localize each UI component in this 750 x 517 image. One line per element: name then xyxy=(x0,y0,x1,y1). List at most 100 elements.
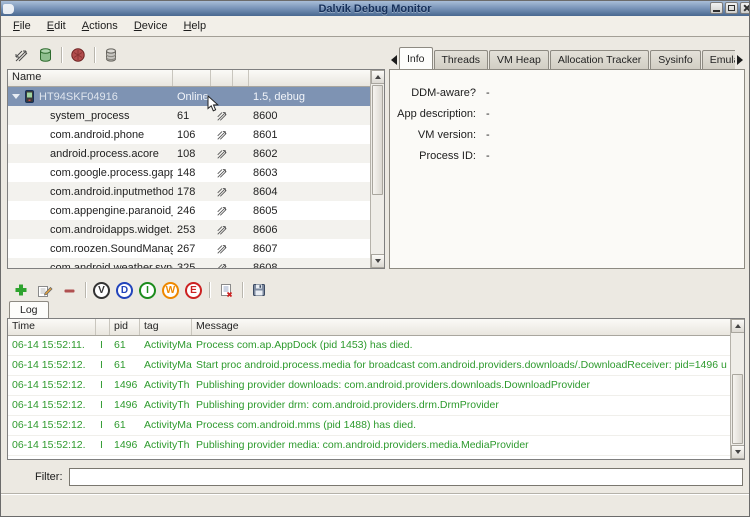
title-bar[interactable]: Dalvik Debug Monitor xyxy=(1,1,749,16)
arrow-up-icon xyxy=(375,75,381,79)
device-row[interactable]: HT94SKF04916 Online 1.5, debug xyxy=(8,87,384,106)
menu-edit[interactable]: Edit xyxy=(39,18,74,34)
log-message: Publishing provider media: com.android.p… xyxy=(192,436,744,456)
process-pid: 246 xyxy=(173,201,211,220)
tab-emulator-control[interactable]: Emulator Control xyxy=(702,50,735,69)
tab-sysinfo[interactable]: Sysinfo xyxy=(650,50,700,69)
field-value-process-id: - xyxy=(486,150,490,162)
log-column-tag[interactable]: tag xyxy=(140,319,192,335)
scrollbar-thumb[interactable] xyxy=(372,85,383,195)
log-header: Time pid tag Message xyxy=(8,319,744,336)
toolbar-separator xyxy=(242,282,243,298)
tree-scrollbar[interactable] xyxy=(370,70,384,268)
menu-help[interactable]: Help xyxy=(175,18,214,34)
maximize-button[interactable] xyxy=(725,2,738,14)
process-port: 8604 xyxy=(249,182,384,201)
tree-column-status[interactable] xyxy=(173,70,211,86)
process-row[interactable]: com.android.phone 106 8601 xyxy=(8,125,384,144)
tab-threads[interactable]: Threads xyxy=(434,50,489,69)
tab-info[interactable]: Info xyxy=(399,47,433,69)
process-row[interactable]: com.android.inputmethod 178 8604 xyxy=(8,182,384,201)
update-heap-button[interactable] xyxy=(33,44,57,66)
process-row[interactable]: com.androidapps.widget.b 253 8606 xyxy=(8,220,384,239)
log-scrollbar[interactable] xyxy=(730,319,744,459)
delete-filter-button[interactable] xyxy=(57,279,81,301)
process-row[interactable]: android.process.acore 108 8602 xyxy=(8,144,384,163)
field-value-app-description: - xyxy=(486,108,490,120)
update-threads-button[interactable] xyxy=(9,44,33,66)
maximize-icon xyxy=(728,5,735,11)
log-level-W-button[interactable]: W xyxy=(162,282,179,299)
menu-device[interactable]: Device xyxy=(126,18,176,34)
log-row[interactable]: 06-14 15:52:12. I 61 ActivityMa Process … xyxy=(8,416,744,436)
tree-column-spare[interactable] xyxy=(233,70,249,86)
edit-filter-button[interactable] xyxy=(33,279,57,301)
log-column-time[interactable]: Time xyxy=(8,319,96,335)
log-row[interactable]: 06-14 15:52:12. I 1496 ActivityTh Publis… xyxy=(8,376,744,396)
halt-process-button[interactable] xyxy=(66,44,90,66)
toolbar-separator xyxy=(85,282,86,298)
log-pid: 1496 xyxy=(110,376,140,396)
process-pid: 61 xyxy=(173,106,211,125)
process-pid: 106 xyxy=(173,125,211,144)
clear-log-button[interactable] xyxy=(214,279,238,301)
log-time: 06-14 15:52:12. xyxy=(8,356,96,376)
tab-scroll-left-button[interactable] xyxy=(389,51,399,69)
process-row[interactable]: com.roozen.SoundManage 267 8607 xyxy=(8,239,384,258)
tab-log[interactable]: Log xyxy=(9,301,49,319)
log-tag: ActivityTh xyxy=(140,396,192,416)
minimize-button[interactable] xyxy=(710,2,723,14)
add-filter-button[interactable] xyxy=(9,279,33,301)
log-message: Start proc android.process.media for bro… xyxy=(192,356,744,376)
scrollbar-thumb[interactable] xyxy=(732,374,743,444)
process-row[interactable]: com.android.weather.sync 325 8608 xyxy=(8,258,384,269)
process-row[interactable]: com.google.process.gapps 148 8603 xyxy=(8,163,384,182)
scroll-up-button[interactable] xyxy=(371,70,385,84)
log-column-level[interactable] xyxy=(96,319,110,335)
tree-column-icon[interactable] xyxy=(211,70,233,86)
process-port: 8602 xyxy=(249,144,384,163)
log-row[interactable]: 06-14 15:52:12. I 1496 ActivityTh Publis… xyxy=(8,436,744,456)
tree-header: Name xyxy=(8,70,384,87)
process-port: 8603 xyxy=(249,163,384,182)
log-level-I-button[interactable]: I xyxy=(139,282,156,299)
field-value-ddm-aware: - xyxy=(486,87,490,99)
scroll-down-button[interactable] xyxy=(731,445,745,459)
clear-log-icon xyxy=(219,283,234,298)
tree-column-port[interactable] xyxy=(249,70,384,86)
menu-actions[interactable]: Actions xyxy=(74,18,126,34)
scroll-up-button[interactable] xyxy=(731,319,745,333)
log-time: 06-14 15:52:12. xyxy=(8,376,96,396)
process-pid: 178 xyxy=(173,182,211,201)
process-pid: 267 xyxy=(173,239,211,258)
update-threads-icon xyxy=(14,48,29,63)
tab-vm-heap[interactable]: VM Heap xyxy=(489,50,549,69)
close-button[interactable] xyxy=(740,2,749,14)
cause-gc-button[interactable] xyxy=(99,44,123,66)
log-row[interactable]: 06-14 15:52:11. I 61 ActivityMa Process … xyxy=(8,336,744,356)
log-pid: 61 xyxy=(110,416,140,436)
scroll-down-button[interactable] xyxy=(371,254,385,268)
info-panel: Info Threads VM Heap Allocation Tracker … xyxy=(389,47,745,269)
menu-file[interactable]: File xyxy=(5,18,39,34)
process-row[interactable]: system_process 61 8600 xyxy=(8,106,384,125)
log-row[interactable]: 06-14 15:52:12. I 1496 ActivityTh Publis… xyxy=(8,396,744,416)
log-tag: ActivityMa xyxy=(140,356,192,376)
export-log-button[interactable] xyxy=(247,279,271,301)
log-pid: 61 xyxy=(110,336,140,356)
log-level-E-button[interactable]: E xyxy=(185,282,202,299)
filter-input[interactable] xyxy=(69,468,744,486)
expander-icon[interactable] xyxy=(12,94,20,99)
log-row[interactable]: 06-14 15:52:12. I 61 ActivityMa Start pr… xyxy=(8,356,744,376)
log-column-pid[interactable]: pid xyxy=(110,319,140,335)
log-column-message[interactable]: Message xyxy=(192,319,744,335)
field-label-app-description: App description: xyxy=(390,108,476,120)
tree-column-name[interactable]: Name xyxy=(8,70,173,86)
tab-scroll-right-button[interactable] xyxy=(735,51,745,69)
arrow-up-icon xyxy=(735,324,741,328)
log-level-D-button[interactable]: D xyxy=(116,282,133,299)
tab-allocation-tracker[interactable]: Allocation Tracker xyxy=(550,50,649,69)
process-row[interactable]: com.appengine.paranoid_ 246 8605 xyxy=(8,201,384,220)
log-level-V-button[interactable]: V xyxy=(93,282,110,299)
ddms-window: Dalvik Debug Monitor File Edit Actions D… xyxy=(0,0,750,517)
